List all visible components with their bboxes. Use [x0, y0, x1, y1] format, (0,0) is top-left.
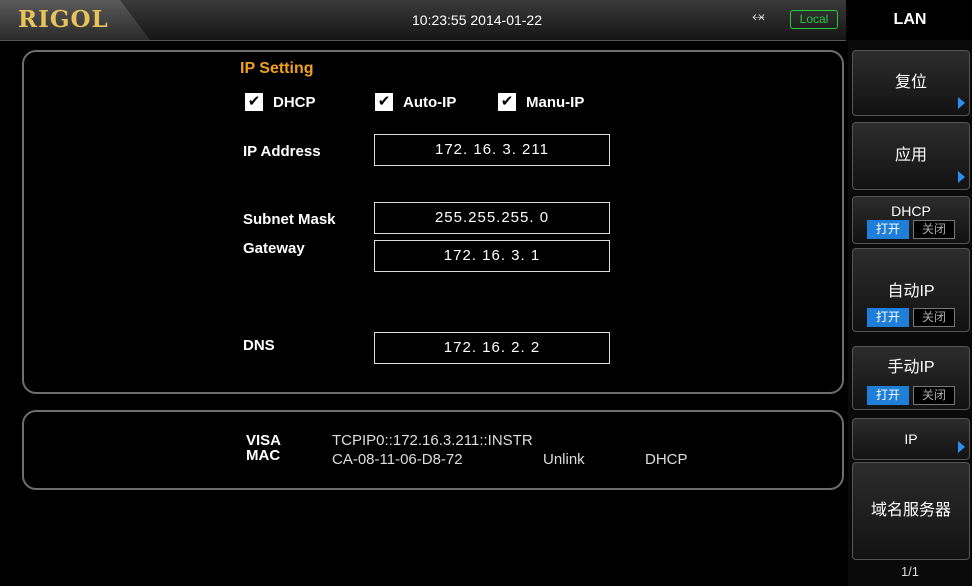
- connection-info-panel: [22, 410, 844, 490]
- visa-address: TCPIP0::172.16.3.211::INSTR: [332, 432, 533, 449]
- gateway-field[interactable]: 172. 16. 3. 1: [374, 240, 610, 272]
- subnet-mask-field[interactable]: 255.255.255. 0: [374, 202, 610, 234]
- manu-ip-toggle[interactable]: 打开 关闭: [867, 386, 955, 405]
- apply-label: 应用: [894, 147, 927, 164]
- manu-ip-on-option[interactable]: 打开: [867, 386, 909, 405]
- auto-ip-toggle[interactable]: 打开 关闭: [867, 308, 955, 327]
- rigol-logo: RIGOL: [0, 0, 150, 40]
- triangle-right-icon: [958, 171, 965, 183]
- usb-icon: ⬾: [752, 8, 765, 25]
- logo-text: RIGOL: [18, 6, 109, 33]
- checkmark-icon[interactable]: ✔: [498, 93, 516, 111]
- dns-field[interactable]: 172. 16. 2. 2: [374, 332, 610, 364]
- dns-server-softkey[interactable]: 域名服务器: [852, 462, 970, 560]
- auto-ip-checkbox-label: Auto-IP: [403, 93, 457, 111]
- apply-softkey[interactable]: 应用: [852, 122, 970, 190]
- auto-ip-softkey-label: 自动IP: [887, 283, 935, 300]
- manu-ip-off-option[interactable]: 关闭: [913, 386, 955, 405]
- manu-ip-softkey-label: 手动IP: [887, 359, 935, 376]
- manu-ip-softkey[interactable]: 手动IP 打开 关闭: [852, 346, 970, 410]
- dhcp-toggle[interactable]: 打开 关闭: [867, 220, 955, 239]
- mac-address: CA-08-11-06-D8-72: [332, 451, 463, 468]
- local-status-badge: Local: [790, 10, 838, 29]
- triangle-right-icon: [958, 441, 965, 453]
- ip-softkey[interactable]: IP: [852, 418, 970, 460]
- ip-address-field[interactable]: 172. 16. 3. 211: [374, 134, 610, 166]
- mac-label: MAC: [246, 447, 281, 464]
- link-status: Unlink: [543, 451, 585, 468]
- triangle-right-icon: [958, 97, 965, 109]
- dhcp-off-option[interactable]: 关闭: [913, 220, 955, 239]
- dhcp-checkbox[interactable]: ✔ DHCP: [245, 93, 316, 111]
- ip-address-label: IP Address: [243, 143, 321, 160]
- gateway-label: Gateway: [243, 240, 305, 257]
- reset-softkey[interactable]: 复位: [852, 50, 970, 116]
- dhcp-softkey-label: DHCP: [891, 203, 931, 219]
- checkmark-icon[interactable]: ✔: [245, 93, 263, 111]
- dns-label: DNS: [243, 337, 275, 354]
- ip-softkey-label: IP: [904, 431, 918, 447]
- dhcp-on-option[interactable]: 打开: [867, 220, 909, 239]
- auto-ip-checkbox[interactable]: ✔ Auto-IP: [375, 93, 456, 111]
- dhcp-checkbox-label: DHCP: [273, 93, 316, 111]
- subnet-mask-label: Subnet Mask: [243, 211, 336, 228]
- auto-ip-softkey[interactable]: 自动IP 打开 关闭: [852, 248, 970, 332]
- dns-server-label: 域名服务器: [870, 502, 951, 519]
- reset-label: 复位: [894, 74, 927, 91]
- auto-ip-on-option[interactable]: 打开: [867, 308, 909, 327]
- manu-ip-checkbox[interactable]: ✔ Manu-IP: [498, 93, 584, 111]
- menu-title: LAN: [848, 0, 972, 40]
- checkmark-icon[interactable]: ✔: [375, 93, 393, 111]
- manu-ip-checkbox-label: Manu-IP: [526, 93, 585, 111]
- status-bar: RIGOL 10:23:55 2014-01-22 ⬾ Local: [0, 0, 846, 41]
- auto-ip-off-option[interactable]: 关闭: [913, 308, 955, 327]
- datetime: 10:23:55 2014-01-22: [412, 12, 542, 28]
- ip-setting-title: IP Setting: [240, 60, 314, 77]
- page-indicator: 1/1: [900, 564, 920, 579]
- ip-mode: DHCP: [645, 451, 688, 468]
- dhcp-softkey[interactable]: DHCP 打开 关闭: [852, 196, 970, 244]
- softkey-menu: LAN 复位 应用 DHCP 打开 关闭 自动IP 打开 关闭 手动IP 打开 …: [848, 0, 972, 586]
